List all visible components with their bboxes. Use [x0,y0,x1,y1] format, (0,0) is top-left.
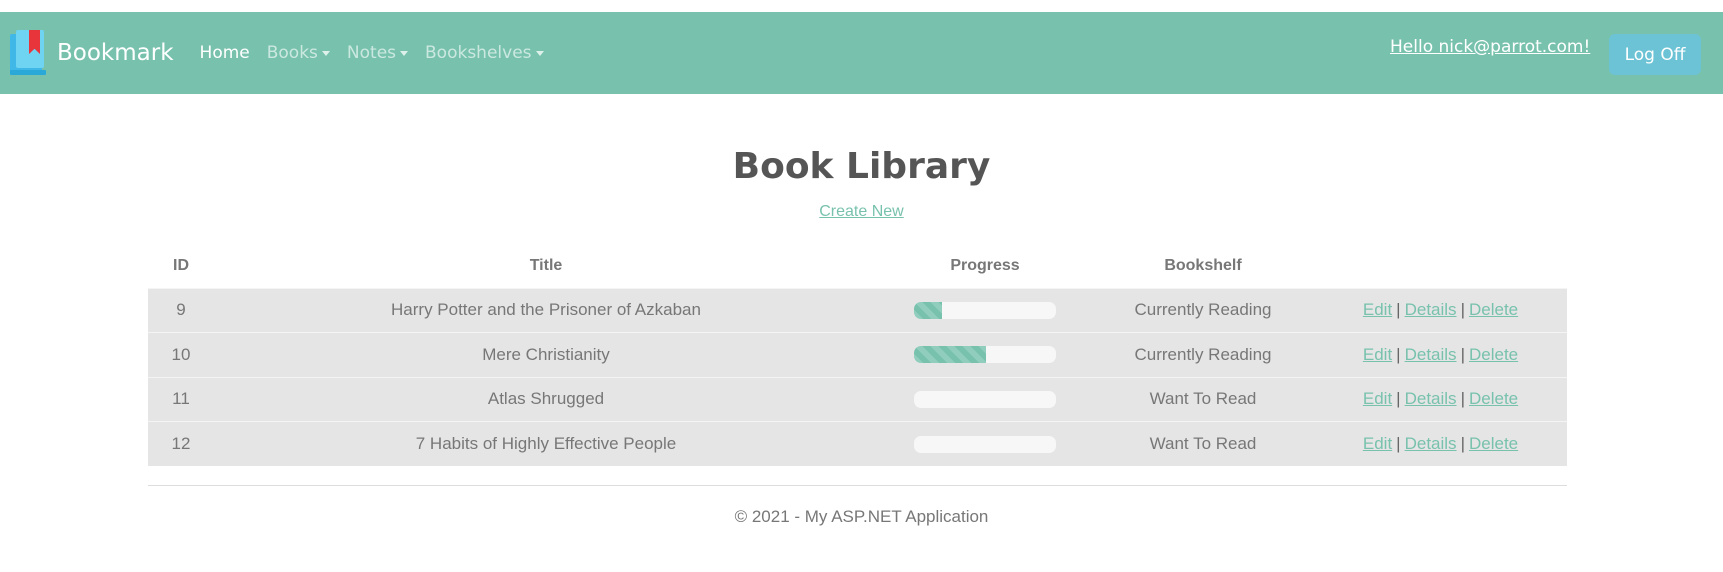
header-title: Title [529,257,563,275]
edit-link[interactable]: Edit [1363,434,1392,453]
details-link[interactable]: Details [1405,345,1457,364]
row-id: 10 [148,332,214,377]
main-nav: Home Books Notes Bookshelves [200,43,561,63]
nav-notes-label: Notes [346,43,397,63]
book-table: ID Title Progress Bookshelf 9 Harry Pott… [148,245,1567,466]
progress-bar [914,301,1056,319]
row-bookshelf: Want To Read [1092,376,1314,422]
footer-divider [148,485,1567,486]
create-new-link[interactable]: Create New [0,203,1723,221]
brand-name: Bookmark [57,40,174,66]
progress-bar [914,390,1056,408]
brand-link[interactable]: Bookmark [10,30,174,76]
row-bookshelf: Currently Reading [1092,332,1314,377]
row-bookshelf: Currently Reading [1092,287,1314,333]
nav-home[interactable]: Home [200,43,250,63]
nav-books-dropdown[interactable]: Books [267,43,330,63]
caret-down-icon [400,50,409,56]
progress-bar [914,346,1056,364]
nav-books-label: Books [266,43,318,63]
nav-notes-dropdown[interactable]: Notes [346,43,409,63]
row-title: Harry Potter and the Prisoner of Azkaban [214,287,878,333]
separator: | [1460,434,1465,453]
table-row: 9 Harry Potter and the Prisoner of Azkab… [148,287,1567,333]
log-off-button[interactable]: Log Off [1609,34,1701,75]
separator: | [1460,389,1465,409]
separator: | [1396,434,1401,453]
progress-bar [914,435,1056,453]
row-title: 7 Habits of Highly Effective People [214,421,878,466]
header-actions [1314,245,1567,288]
delete-link[interactable]: Delete [1469,300,1518,319]
delete-link[interactable]: Delete [1469,389,1518,408]
header-progress: Progress [950,257,1020,275]
table-row: 11 Atlas Shrugged Want To Read Edit | Deta… [148,376,1567,422]
details-link[interactable]: Details [1405,389,1457,408]
edit-link[interactable]: Edit [1363,345,1392,364]
row-id: 12 [148,421,214,466]
bookmark-logo-icon [10,30,48,76]
separator: | [1396,389,1401,409]
progress-fill [914,301,943,319]
nav-bookshelves-label: Bookshelves [425,43,532,63]
row-actions: Edit | Details | Delete [1314,376,1567,422]
nav-bookshelves-dropdown[interactable]: Bookshelves [425,43,544,63]
table-row: 10 Mere Christianity Currently Reading E… [148,332,1567,377]
edit-link[interactable]: Edit [1363,300,1392,319]
row-actions: Edit | Details | Delete [1314,287,1567,333]
caret-down-icon [321,50,330,56]
row-actions: Edit | Details | Delete [1314,421,1567,466]
row-title: Atlas Shrugged [214,376,878,422]
nav-home-label: Home [199,43,250,63]
page-title: Book Library [732,146,991,187]
separator: | [1396,344,1401,364]
progress-fill [914,346,987,364]
separator: | [1460,300,1465,320]
table-row: 12 7 Habits of Highly Effective People W… [148,421,1567,466]
navbar: Bookmark Home Books Notes Bookshelves He… [0,12,1723,94]
caret-down-icon [535,50,544,56]
delete-link[interactable]: Delete [1469,345,1518,364]
row-progress-cell [878,287,1092,333]
table-header-row: ID Title Progress Bookshelf [148,245,1567,288]
row-progress-cell [878,376,1092,422]
row-bookshelf: Want To Read [1092,421,1314,466]
details-link[interactable]: Details [1405,434,1457,453]
footer-text: © 2021 - My ASP.NET Application [734,507,989,526]
header-bookshelf: Bookshelf [1164,257,1242,275]
header-id: ID [173,257,189,275]
edit-link[interactable]: Edit [1363,389,1392,408]
user-greeting-link[interactable]: Hello nick@parrot.com! [1390,37,1590,57]
row-progress-cell [878,332,1092,377]
row-id: 11 [148,376,214,422]
details-link[interactable]: Details [1405,300,1457,319]
row-title: Mere Christianity [214,332,878,377]
row-actions: Edit | Details | Delete [1314,332,1567,377]
row-progress-cell [878,421,1092,466]
separator: | [1460,344,1465,364]
separator: | [1396,300,1401,320]
delete-link[interactable]: Delete [1469,434,1518,453]
row-id: 9 [148,287,214,333]
